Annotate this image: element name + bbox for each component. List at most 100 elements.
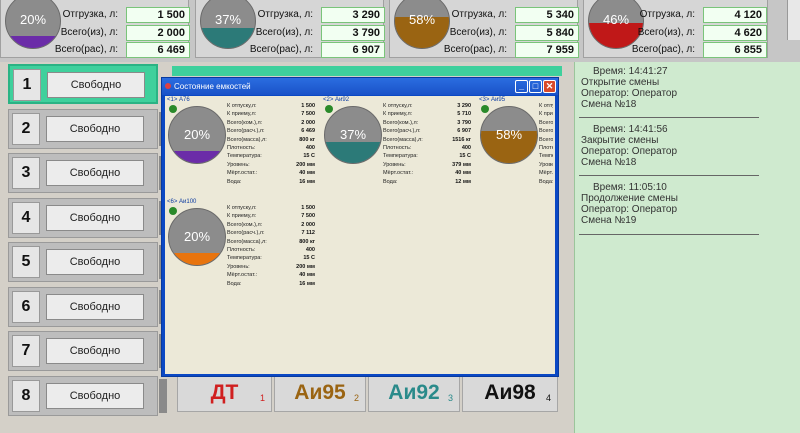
fuel-button-ai98[interactable]: Аи98 4 xyxy=(462,374,558,412)
pump-status-button[interactable]: Свободно xyxy=(46,160,144,186)
param-value: 40 мм xyxy=(299,170,315,177)
tank-gauge: 20% xyxy=(168,106,226,164)
tank-percent: 20% xyxy=(183,229,211,244)
tank-percent: 20% xyxy=(183,127,211,142)
minimize-button[interactable]: _ xyxy=(515,80,528,93)
tank-param-row: Мёрт.остат.: xyxy=(539,169,553,177)
tank-param-row: Всего(масса),л: 1516 кг xyxy=(383,136,471,144)
tank-param-row: К отпуску,л: xyxy=(539,102,553,110)
fuel-name: ДТ xyxy=(210,381,239,404)
tank-param-row: Мёрт.остат.: 40 мм xyxy=(227,169,315,177)
pump-status-button[interactable]: Свободно xyxy=(46,205,144,231)
tank-param-row: Вода: 12 мм xyxy=(383,178,471,186)
pump-status-button[interactable]: Свободно xyxy=(46,338,144,364)
param-label: Плотность: xyxy=(227,145,256,151)
tank-gauge: 46% xyxy=(588,0,644,49)
pump-status-button[interactable]: Свободно xyxy=(46,294,144,320)
param-label: Вода: xyxy=(383,178,398,185)
pump-status-button[interactable]: Свободно xyxy=(46,116,144,142)
dialog-body: <1> А76 20% К отпуску,л: 1 500 К приему,л: 7 … xyxy=(165,96,555,374)
param-label: Всего(масса),л: xyxy=(383,136,423,143)
close-button[interactable]: ✕ xyxy=(543,80,556,93)
tank-header: <3> Аи95 xyxy=(479,97,506,103)
param-label: Всего(ком.),л: xyxy=(383,119,419,126)
param-value: 3 790 xyxy=(457,119,471,126)
event-log-panel[interactable]: Время: 14:41:27 Открытие смены Оператор:… xyxy=(574,62,800,433)
fuel-button-ai95[interactable]: Аи95 2 xyxy=(274,374,366,412)
param-value: 2 000 xyxy=(301,221,315,228)
log-time: Время: 14:41:27 xyxy=(593,66,668,77)
param-label: Всего(расч.),л: xyxy=(383,128,421,135)
tank-param-row: Всего(масса),л: xyxy=(539,136,553,144)
pump-row-7[interactable]: 7 Свободно xyxy=(8,331,167,371)
param-label: Уровень: xyxy=(539,161,553,168)
log-operator: Оператор: Оператор xyxy=(581,146,678,157)
param-value: 1 500 xyxy=(301,103,315,109)
log-shift: Смена №18 xyxy=(581,99,637,110)
log-operator: Оператор: Оператор xyxy=(581,204,678,215)
pump-row-4[interactable]: 4 Свободно xyxy=(8,198,167,238)
tank-gauge: 20% xyxy=(168,208,226,266)
log-separator xyxy=(579,234,759,235)
fuel-button-dt[interactable]: ДТ 1 xyxy=(177,374,272,412)
tank-panel-2: <2> Аи92 37% К отпуску,л: 3 290 К приему,л: 5… xyxy=(321,96,474,196)
pump-row-5[interactable]: 5 Свободно xyxy=(8,242,167,282)
log-entry: Время: 14:41:27 Открытие смены Оператор:… xyxy=(581,66,793,110)
total-in-value: 4 620 xyxy=(703,25,767,41)
fuel-index: 1 xyxy=(259,393,265,403)
tank-status-dialog: Состояние емкостей _ □ ✕ <1> А76 20% К отп… xyxy=(161,77,559,377)
maximize-button[interactable]: □ xyxy=(529,80,542,93)
pump-status-button[interactable]: Свободно xyxy=(47,72,145,98)
total-out-label: Всего(рас), л: xyxy=(631,44,695,55)
param-value: 7 500 xyxy=(301,111,315,118)
tank-panel-1: <1> А76 20% К отпуску,л: 1 500 К приему,л: 7 … xyxy=(165,96,318,196)
param-value: 6 907 xyxy=(457,128,471,135)
param-value: 40 мм xyxy=(299,272,315,279)
tank-param-row: Плотность: xyxy=(539,144,553,152)
tank-param-row: Температура: 15 С xyxy=(227,254,315,262)
tank-param-row: Всего(ком.),л: 3 790 xyxy=(383,119,471,127)
pump-number: 5 xyxy=(12,246,40,278)
shipment-value: 4 120 xyxy=(703,7,767,23)
param-value: 400 xyxy=(461,145,471,151)
total-out-value: 6 469 xyxy=(126,42,190,58)
param-label: Вода: xyxy=(227,178,242,185)
pump-row-6[interactable]: 6 Свободно xyxy=(8,287,167,327)
tank-percent: 58% xyxy=(495,127,523,142)
pump-number: 3 xyxy=(12,157,40,189)
status-indicator-icon xyxy=(169,105,177,113)
tank-param-row: Уровень: xyxy=(539,161,553,169)
shipment-label: Отгрузка, л: xyxy=(257,9,313,20)
total-in-value: 3 790 xyxy=(321,25,385,41)
param-label: Мёрт.остат.: xyxy=(227,272,258,279)
param-label: Плотность: xyxy=(539,145,553,151)
tank-percent: 37% xyxy=(339,127,367,142)
tank-param-row: Всего(масса),л: 800 кг xyxy=(227,238,315,246)
scroll-right-button[interactable] xyxy=(787,0,800,40)
param-label: Мёрт.остат.: xyxy=(539,170,553,177)
status-indicator-icon xyxy=(481,105,489,113)
param-label: Всего(ком.),л: xyxy=(227,221,263,228)
pump-status-button[interactable]: Свободно xyxy=(46,383,144,409)
param-label: Температура: xyxy=(383,153,418,160)
pump-status-button[interactable]: Свободно xyxy=(46,249,144,275)
pump-row-2[interactable]: 2 Свободно xyxy=(8,109,167,149)
fuel-button-ai92[interactable]: Аи92 3 xyxy=(368,374,460,412)
tank-gauge: 20% xyxy=(5,0,61,49)
param-label: Всего(расч.),л: xyxy=(539,128,553,135)
param-value: 200 мм xyxy=(296,161,315,168)
total-out-label: Всего(рас), л: xyxy=(249,44,313,55)
log-event: Продолжение смены xyxy=(581,193,678,204)
param-label: Плотность: xyxy=(227,247,256,253)
total-in-value: 2 000 xyxy=(126,25,190,41)
log-entry: Время: 14:41:56 Закрытие смены Оператор:… xyxy=(581,124,793,168)
param-value: 7 112 xyxy=(301,230,315,237)
pump-row-3[interactable]: 3 Свободно xyxy=(8,153,167,193)
tank-level-fill xyxy=(169,150,225,163)
dialog-title-bar[interactable]: Состояние емкостей _ □ ✕ xyxy=(162,78,558,95)
pump-row-8[interactable]: 8 Свободно xyxy=(8,376,167,416)
fuel-index: 2 xyxy=(353,393,359,403)
fuel-name: Аи98 xyxy=(484,381,536,404)
pump-row-1[interactable]: 1 Свободно xyxy=(8,64,158,104)
total-in-value: 5 840 xyxy=(515,25,579,41)
